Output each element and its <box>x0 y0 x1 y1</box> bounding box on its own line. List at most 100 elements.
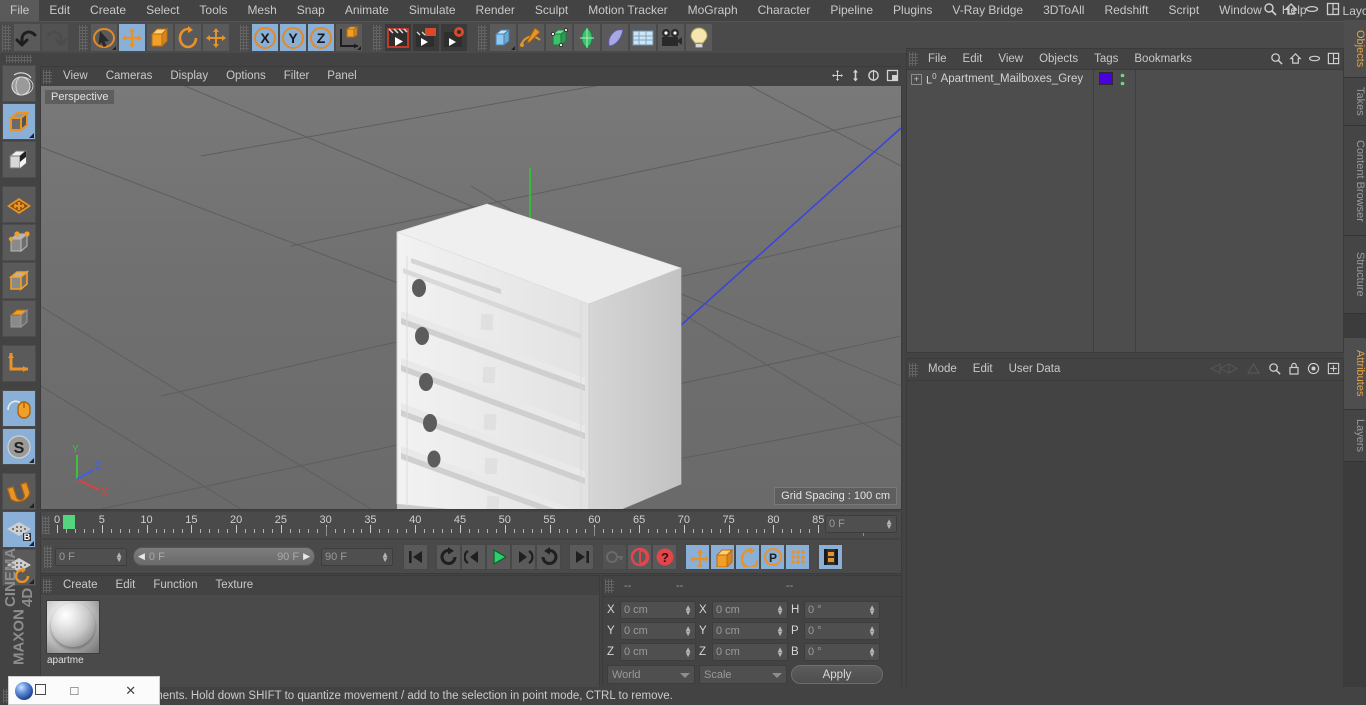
dropdown-triangle-icon[interactable] <box>511 46 515 50</box>
point-level-animation-button[interactable] <box>785 543 810 570</box>
viewport-menu-grip[interactable] <box>43 69 52 84</box>
vertical-tab-content-browser[interactable]: Content Browser <box>1344 126 1366 236</box>
render-to-picture-viewer-button[interactable] <box>412 23 440 52</box>
viewport-menu-display[interactable]: Display <box>161 67 217 86</box>
rotate-icon[interactable] <box>867 69 880 82</box>
timeline-toggle-button[interactable] <box>818 543 843 570</box>
spinner-icon[interactable]: ▲ ▼ <box>115 550 123 563</box>
expand-toggle-icon[interactable]: + <box>911 73 922 85</box>
menu-item-select[interactable]: Select <box>136 0 189 21</box>
menu-item-plugins[interactable]: Plugins <box>883 0 942 21</box>
autokeying-button[interactable] <box>627 543 652 570</box>
points-mode-button[interactable] <box>2 224 36 261</box>
lock-z-axis-button[interactable]: Z <box>307 23 335 52</box>
timeline-ruler[interactable]: 051015202530354045505560657075808590 0 F… <box>40 512 902 538</box>
scrub-left-arrow-icon[interactable]: ◀ <box>138 551 145 562</box>
material-list[interactable]: apartme <box>41 595 599 689</box>
menu-item-motion-tracker[interactable]: Motion Tracker <box>578 0 677 21</box>
rotation-field-P[interactable]: 0 ° ▲ ▼ <box>804 622 880 640</box>
menu-item-v-ray-bridge[interactable]: V-Ray Bridge <box>942 0 1033 21</box>
current-frame-field[interactable]: 0 F ▲ ▼ <box>55 547 127 566</box>
step-back-button[interactable] <box>461 543 486 570</box>
object-tree[interactable]: + L0 Apartment_Mailboxes_Grey <box>907 69 1343 352</box>
record-active-objects-button[interactable] <box>602 543 627 570</box>
size-field-Y[interactable]: 0 cm ▲ ▼ <box>712 622 788 640</box>
enable-snapping-button[interactable] <box>2 390 36 427</box>
menu-item-redshift[interactable]: Redshift <box>1094 0 1158 21</box>
plus-box-icon[interactable] <box>1327 362 1340 375</box>
spinner-icon[interactable]: ▲ ▼ <box>684 646 692 659</box>
3d-scene[interactable] <box>41 86 901 509</box>
attribute-menu-user-data[interactable]: User Data <box>1001 359 1069 380</box>
dropdown-triangle-icon[interactable] <box>112 46 116 50</box>
scrub-right-arrow-icon[interactable]: ▶ <box>303 551 310 562</box>
playhead-marker[interactable] <box>63 515 75 529</box>
floating-window-titlebar[interactable]: □ ✕ <box>8 676 160 705</box>
move-tool[interactable] <box>118 23 146 52</box>
rotation-field-B[interactable]: 0 ° ▲ ▼ <box>804 643 880 661</box>
step-forward-button[interactable] <box>511 543 536 570</box>
add-light-button[interactable] <box>685 23 713 52</box>
spinner-icon[interactable]: ▲ ▼ <box>868 625 876 638</box>
make-editable-button[interactable] <box>2 65 36 102</box>
spinner-icon[interactable]: ▲ ▼ <box>776 604 784 617</box>
loop-button[interactable] <box>436 543 461 570</box>
polygons-mode-button[interactable] <box>2 300 36 337</box>
end-frame-field[interactable]: 90 F ▲ ▼ <box>321 547 393 566</box>
dropdown-triangle-icon[interactable] <box>357 46 361 50</box>
toolbar-grip[interactable] <box>373 24 382 51</box>
position-field-Z[interactable]: 0 cm ▲ ▼ <box>620 643 696 661</box>
position-field-X[interactable]: 0 cm ▲ ▼ <box>620 601 696 619</box>
workplane-mode-button[interactable] <box>2 186 36 223</box>
transport-grip[interactable] <box>44 545 52 568</box>
vertical-tab-attributes[interactable]: Attributes <box>1344 338 1366 410</box>
parameter-key-button[interactable]: P <box>760 543 785 570</box>
spinner-icon[interactable]: ▲ ▼ <box>776 646 784 659</box>
soft-selection-button[interactable]: S <box>2 428 36 465</box>
apply-button[interactable]: Apply <box>791 665 883 684</box>
vertical-tab-structure[interactable]: Structure <box>1344 236 1366 314</box>
search-icon[interactable] <box>1268 362 1281 375</box>
add-camera-button[interactable] <box>657 23 685 52</box>
material-menu-function[interactable]: Function <box>144 576 206 595</box>
undo-button[interactable] <box>13 23 41 52</box>
vertical-tab-layers[interactable]: Layers <box>1344 410 1366 462</box>
menu-item-mograph[interactable]: MoGraph <box>678 0 748 21</box>
vertical-tab-takes[interactable]: Takes <box>1344 78 1366 126</box>
live-selection-tool[interactable] <box>90 23 118 52</box>
home-icon[interactable] <box>1289 52 1302 65</box>
rotation-field-H[interactable]: 0 ° ▲ ▼ <box>804 601 880 619</box>
object-menu-view[interactable]: View <box>990 49 1031 69</box>
add-spline-button[interactable] <box>517 23 545 52</box>
spinner-icon[interactable]: ▲ ▼ <box>868 646 876 659</box>
edges-mode-button[interactable] <box>2 262 36 299</box>
lock-y-axis-button[interactable]: Y <box>279 23 307 52</box>
timeline-track[interactable]: 051015202530354045505560657075808590 <box>53 514 869 536</box>
frame-range-scrubber[interactable]: ◀ 0 F 90 F ▶ <box>133 547 315 566</box>
spinner-icon[interactable]: ▲ ▼ <box>381 550 389 563</box>
position-field-Y[interactable]: 0 cm ▲ ▼ <box>620 622 696 640</box>
add-deformer-button[interactable] <box>573 23 601 52</box>
material-menu-create[interactable]: Create <box>54 576 107 595</box>
menu-item-3dtoall[interactable]: 3DToAll <box>1033 0 1094 21</box>
viewport-menu-view[interactable]: View <box>54 67 97 86</box>
coordinate-mode-dropdown[interactable]: Scale <box>699 665 787 684</box>
layout-grid-icon[interactable] <box>1327 52 1340 65</box>
size-field-Z[interactable]: 0 cm ▲ ▼ <box>712 643 788 661</box>
object-menu-bookmarks[interactable]: Bookmarks <box>1126 49 1200 69</box>
target-icon[interactable] <box>1307 362 1320 375</box>
object-manager-grip[interactable] <box>909 52 918 66</box>
toolbar-grip[interactable] <box>79 24 88 51</box>
ellipse-icon[interactable] <box>1305 4 1319 14</box>
position-key-button[interactable] <box>685 543 710 570</box>
play-button[interactable] <box>486 543 511 570</box>
dynamic-place-tool[interactable] <box>202 23 230 52</box>
object-menu-file[interactable]: File <box>920 49 955 69</box>
search-icon[interactable] <box>1270 52 1283 65</box>
toolbar-grip[interactable] <box>2 24 11 51</box>
viewport-menu-filter[interactable]: Filter <box>275 67 319 86</box>
left-palette-grip[interactable] <box>6 55 32 63</box>
menu-item-animate[interactable]: Animate <box>335 0 399 21</box>
menu-item-create[interactable]: Create <box>80 0 136 21</box>
spinner-icon[interactable]: ▲ ▼ <box>684 625 692 638</box>
